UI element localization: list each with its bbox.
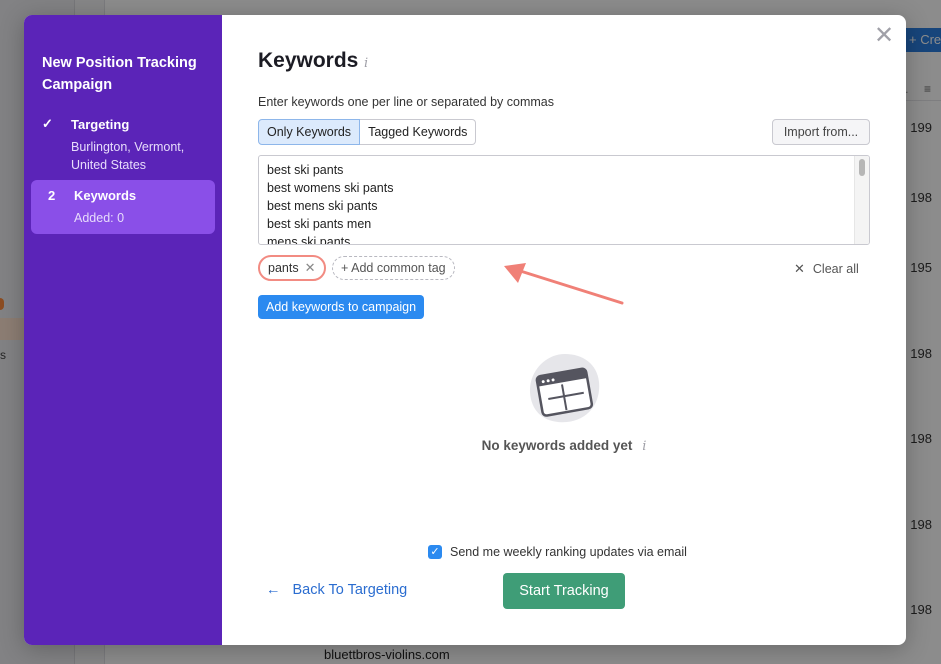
- wizard-title: New Position Tracking Campaign: [42, 55, 197, 93]
- empty-state-label: No keywords added yet: [481, 438, 633, 453]
- info-icon[interactable]: i: [364, 56, 368, 71]
- annotation-arrow: [504, 263, 624, 305]
- wizard-sidebar: New Position Tracking Campaign ✓ Targeti…: [24, 15, 222, 645]
- keyword-line: best mens ski pants: [267, 199, 378, 213]
- keyword-line: best ski pants men: [267, 217, 372, 231]
- step-added-count: Added: 0: [74, 211, 125, 225]
- keywords-textarea[interactable]: best ski pants best womens ski pants bes…: [258, 155, 870, 245]
- new-campaign-modal: New Position Tracking Campaign ✓ Targeti…: [24, 15, 906, 645]
- step-keywords[interactable]: 2 Keywords Added: 0: [31, 180, 215, 234]
- import-from-button[interactable]: Import from...: [772, 119, 870, 145]
- checkmark-icon: ✓: [42, 116, 53, 131]
- step-label: Targeting: [71, 117, 130, 132]
- back-to-targeting-link[interactable]: ← Back To Targeting: [266, 582, 407, 598]
- clear-all-label: Clear all: [812, 262, 859, 276]
- add-tag-label: Add common tag: [351, 261, 446, 275]
- add-common-tag-button[interactable]: + Add common tag: [332, 256, 455, 280]
- common-tag-chip[interactable]: pants ✕: [258, 255, 326, 281]
- step-targeting[interactable]: ✓ Targeting Burlington, Vermont, United …: [31, 111, 215, 177]
- arrow-left-icon: ←: [266, 582, 281, 598]
- step-location: Burlington, Vermont, United States: [71, 140, 185, 172]
- step-label: Keywords: [74, 188, 137, 203]
- keyword-line: best womens ski pants: [267, 181, 394, 195]
- keyword-line: best ski pants: [267, 163, 344, 177]
- step-number: 2: [48, 188, 56, 203]
- textarea-scrollbar[interactable]: [854, 156, 869, 244]
- scrollbar-thumb[interactable]: [859, 159, 865, 176]
- remove-tag-icon[interactable]: ✕: [305, 260, 316, 276]
- email-updates-checkbox[interactable]: ✓: [428, 545, 442, 559]
- keyword-line: mens ski pants: [267, 235, 351, 245]
- page-title: Keywords: [258, 49, 359, 72]
- wizard-content: ✕ Keywords i Enter keywords one per line…: [222, 15, 906, 645]
- email-updates-label: Send me weekly ranking updates via email: [450, 545, 687, 559]
- info-icon[interactable]: i: [642, 439, 646, 454]
- plus-icon: +: [341, 261, 349, 275]
- clear-all-button[interactable]: ✕ Clear all: [794, 261, 859, 277]
- back-label: Back To Targeting: [292, 582, 408, 598]
- start-tracking-button[interactable]: Start Tracking: [503, 573, 625, 609]
- close-icon: ✕: [794, 261, 805, 276]
- empty-state-illustration: [529, 354, 600, 423]
- arrow-shaft: [512, 267, 624, 305]
- keywords-list: best ski pants best womens ski pants bes…: [267, 161, 394, 245]
- email-updates-option[interactable]: ✓ Send me weekly ranking updates via ema…: [428, 545, 687, 559]
- empty-state-message: No keywords added yet i: [222, 438, 906, 454]
- keyword-mode-toggle: Only Keywords Tagged Keywords: [258, 119, 477, 145]
- tag-label: pants: [268, 261, 299, 275]
- keywords-instruction: Enter keywords one per line or separated…: [258, 95, 554, 109]
- tagged-keywords-tab[interactable]: Tagged Keywords: [360, 119, 477, 145]
- only-keywords-tab[interactable]: Only Keywords: [258, 119, 361, 145]
- close-icon[interactable]: ✕: [874, 24, 894, 48]
- add-keywords-button[interactable]: Add keywords to campaign: [258, 295, 425, 319]
